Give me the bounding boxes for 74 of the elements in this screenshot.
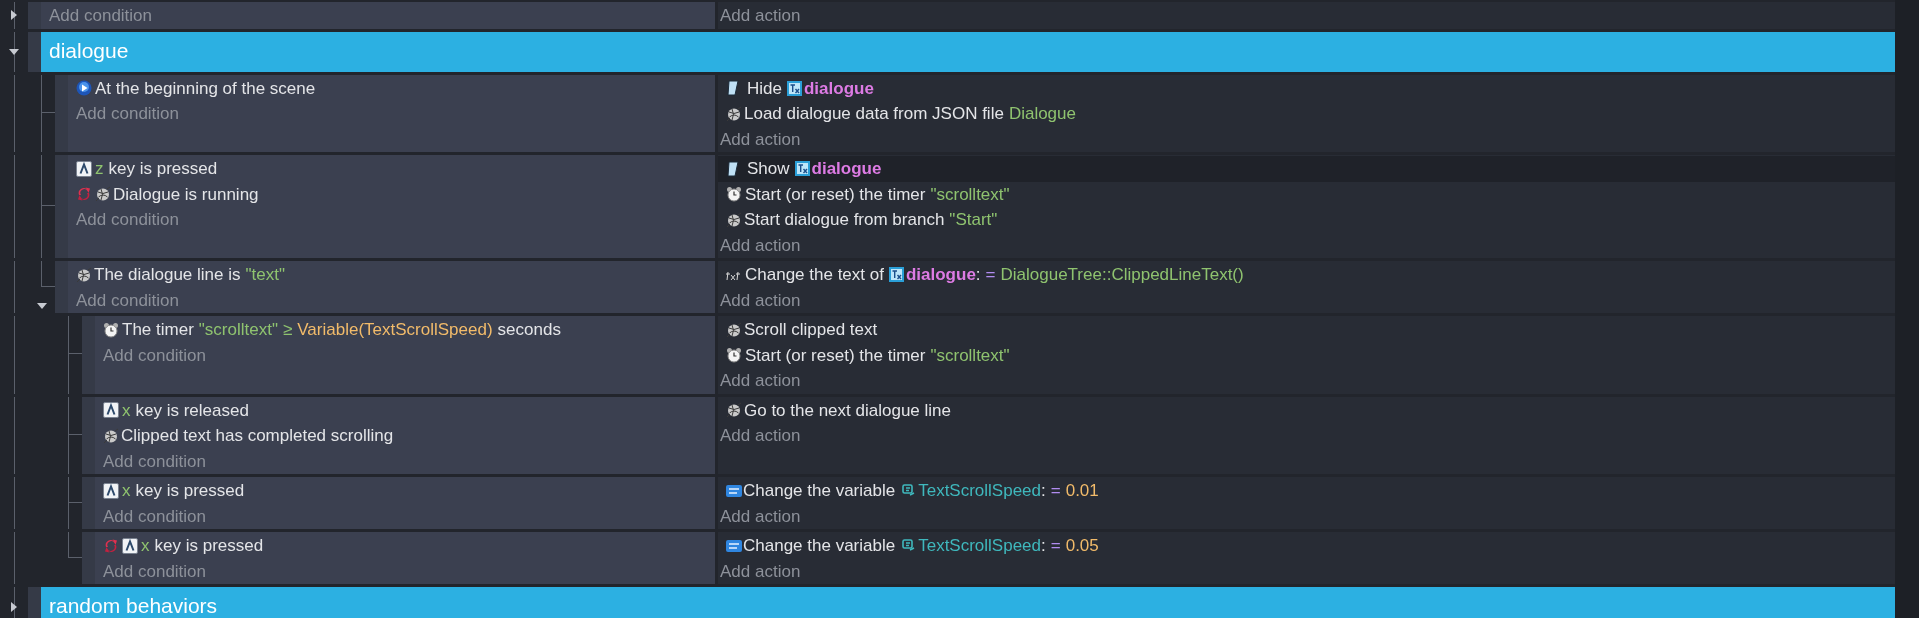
invert-arrows-icon bbox=[76, 186, 92, 203]
yarn-ball-icon bbox=[726, 402, 742, 419]
condition-text[interactable]: Dialogue is running bbox=[113, 181, 259, 207]
add-action-link[interactable]: Add action bbox=[720, 423, 801, 449]
drag-handle[interactable] bbox=[55, 261, 68, 313]
add-action-link[interactable]: Add action bbox=[720, 126, 801, 152]
yarn-ball-icon bbox=[726, 105, 742, 122]
text-object-icon bbox=[786, 80, 802, 96]
yarn-ball-icon bbox=[95, 186, 111, 203]
variable-ref-icon bbox=[902, 484, 916, 498]
action-text[interactable]: Start (or reset) the timer "scrolltext" bbox=[745, 342, 1010, 368]
invert-arrows-icon bbox=[103, 537, 119, 554]
action-text[interactable]: Hide bbox=[747, 75, 782, 101]
yarn-ball-icon bbox=[103, 427, 119, 444]
condition-text[interactable]: Clipped text has completed scrolling bbox=[121, 423, 394, 449]
condition-text[interactable]: The timer "scrolltext" ≥ Variable(TextScrollSpeed) seconds bbox=[122, 317, 561, 343]
condition-text[interactable]: x key is pressed bbox=[141, 533, 264, 559]
condition-text[interactable]: The dialogue line is "text" bbox=[94, 262, 285, 288]
action-text[interactable]: dialogue: = DialogueTree::ClippedLineText() bbox=[905, 262, 1244, 288]
action-text[interactable]: Change the text of bbox=[745, 262, 884, 288]
action-text[interactable]: Start (or reset) the timer "scrolltext" bbox=[745, 181, 1010, 207]
add-action-link[interactable]: Add action bbox=[720, 287, 801, 313]
drag-handle[interactable] bbox=[82, 396, 95, 474]
expand-toggle[interactable] bbox=[37, 301, 47, 311]
action-text[interactable]: TextScrollSpeed: = 0.05 bbox=[918, 533, 1099, 559]
action-text[interactable]: Scroll clipped text bbox=[744, 317, 878, 343]
action-text[interactable]: Show bbox=[747, 156, 790, 182]
condition-text[interactable]: x key is pressed bbox=[122, 478, 245, 504]
drag-handle[interactable] bbox=[55, 155, 68, 258]
play-icon bbox=[76, 80, 92, 97]
add-action-link[interactable]: Add action bbox=[720, 558, 801, 584]
add-action-link[interactable]: Add action bbox=[720, 368, 801, 394]
expand-toggle[interactable] bbox=[9, 10, 19, 21]
sheet-icon bbox=[726, 80, 740, 97]
text-object-icon bbox=[888, 267, 904, 283]
key-icon bbox=[76, 160, 92, 177]
text-object-icon bbox=[794, 161, 810, 177]
condition-text[interactable]: At the beginning of the scene bbox=[95, 75, 316, 101]
yarn-ball-icon bbox=[726, 321, 742, 338]
add-action-link[interactable]: Add action bbox=[720, 3, 801, 29]
drag-handle[interactable] bbox=[28, 2, 41, 29]
drag-handle[interactable] bbox=[28, 31, 41, 72]
variable-icon bbox=[726, 483, 742, 498]
drag-handle[interactable] bbox=[28, 587, 41, 618]
alarm-clock-icon bbox=[726, 347, 742, 364]
action-text[interactable]: dialogue bbox=[811, 156, 882, 182]
action-text[interactable]: dialogue bbox=[803, 75, 874, 101]
variable-ref-icon bbox=[902, 539, 916, 553]
scrollbar[interactable] bbox=[1895, 0, 1919, 618]
action-text[interactable]: TextScrollSpeed: = 0.01 bbox=[918, 478, 1099, 504]
drag-handle[interactable] bbox=[55, 74, 68, 152]
key-icon bbox=[103, 402, 119, 419]
condition-text[interactable]: x key is released bbox=[122, 397, 249, 423]
action-text[interactable]: Change the variable bbox=[743, 478, 896, 504]
alarm-clock-icon bbox=[103, 321, 119, 338]
drag-handle[interactable] bbox=[82, 532, 95, 584]
key-icon bbox=[122, 537, 138, 554]
condition-text[interactable]: z key is pressed bbox=[95, 156, 218, 182]
yarn-ball-icon bbox=[726, 211, 742, 228]
action-text[interactable]: Start dialogue from branch "Start" bbox=[744, 207, 998, 233]
variable-icon bbox=[726, 538, 742, 553]
action-text[interactable]: Go to the next dialogue line bbox=[744, 397, 951, 423]
add-action-link[interactable]: Add action bbox=[720, 503, 801, 529]
sheet-icon bbox=[726, 160, 740, 177]
action-text[interactable]: Change the variable bbox=[743, 533, 896, 559]
drag-handle[interactable] bbox=[82, 316, 95, 394]
expand-toggle[interactable] bbox=[9, 46, 19, 57]
expand-toggle[interactable] bbox=[9, 602, 19, 612]
drag-handle[interactable] bbox=[82, 477, 95, 529]
action-text[interactable]: Load dialogue data from JSON file Dialogue bbox=[744, 101, 1076, 127]
add-action-link[interactable]: Add action bbox=[720, 232, 801, 258]
yarn-ball-icon bbox=[76, 266, 92, 283]
alarm-clock-icon bbox=[726, 186, 742, 203]
key-icon bbox=[103, 482, 119, 499]
